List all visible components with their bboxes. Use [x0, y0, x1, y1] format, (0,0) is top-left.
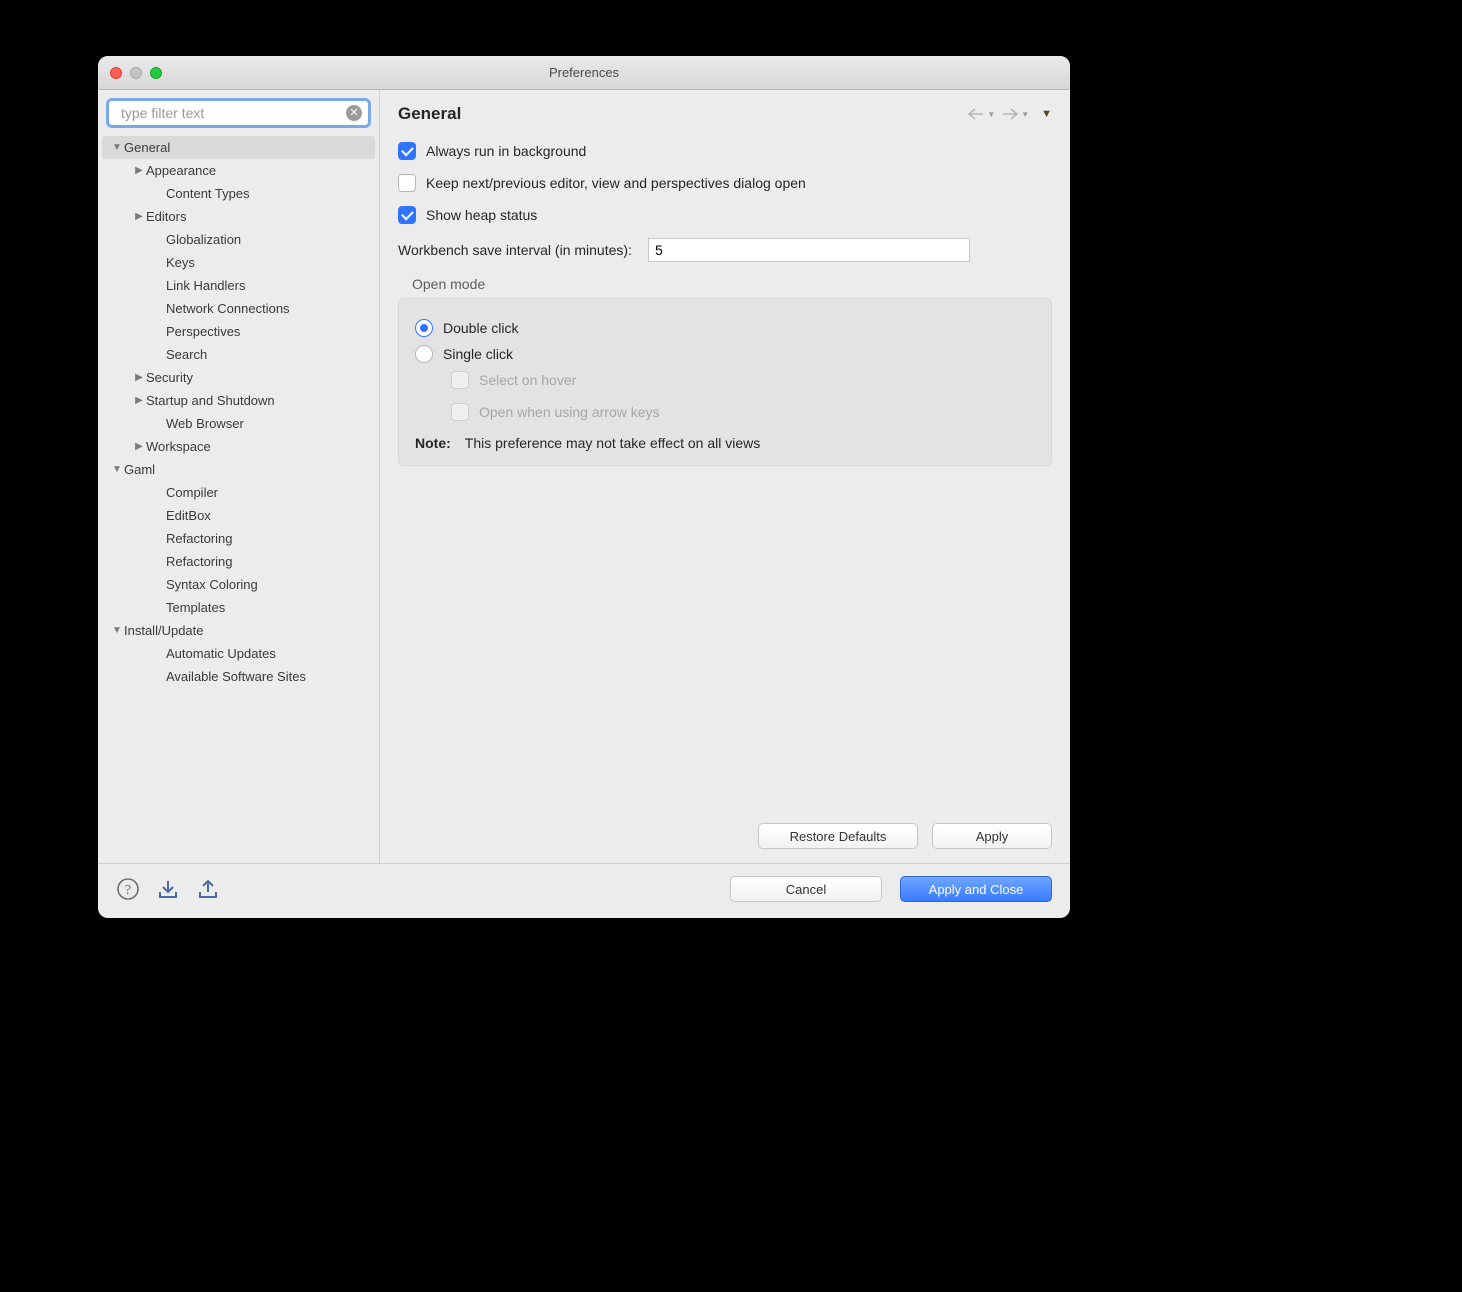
tree-node-security[interactable]: ▶Security	[102, 366, 375, 389]
show-heap-status-label: Show heap status	[426, 207, 537, 223]
nav-forward-button[interactable]: ▼	[1001, 107, 1029, 121]
disclosure-right-icon: ▶	[132, 372, 146, 383]
clear-icon[interactable]: ✕	[346, 105, 362, 121]
tree-node-link-handlers[interactable]: Link Handlers	[102, 274, 375, 297]
disclosure-down-icon: ▼	[110, 142, 124, 153]
page-title: General	[398, 104, 461, 124]
tree-node-workspace[interactable]: ▶Workspace	[102, 435, 375, 458]
tree-node-editors[interactable]: ▶Editors	[102, 205, 375, 228]
double-click-label: Double click	[443, 320, 518, 336]
help-icon[interactable]: ?	[116, 877, 140, 901]
tree-node-content-types[interactable]: Content Types	[102, 182, 375, 205]
export-icon[interactable]	[196, 877, 220, 901]
open-arrow-keys-label: Open when using arrow keys	[479, 404, 660, 420]
apply-button[interactable]: Apply	[932, 823, 1052, 849]
disclosure-right-icon: ▶	[132, 211, 146, 222]
tree-node-refactoring-2[interactable]: Refactoring	[102, 550, 375, 573]
dialog-footer: ? Cancel Apply and Close	[98, 863, 1070, 918]
arrow-right-icon	[1001, 107, 1019, 121]
content-pane: General ▼ ▼ ▼	[380, 90, 1070, 863]
open-mode-legend: Open mode	[412, 276, 1052, 292]
tree-node-templates[interactable]: Templates	[102, 596, 375, 619]
filter-search-input[interactable]	[119, 104, 346, 122]
nav-back-button[interactable]: ▼	[967, 107, 995, 121]
tree-node-startup-shutdown[interactable]: ▶Startup and Shutdown	[102, 389, 375, 412]
preferences-tree[interactable]: ▼General ▶Appearance Content Types ▶Edit…	[98, 134, 379, 863]
tree-node-editbox[interactable]: EditBox	[102, 504, 375, 527]
tree-node-globalization[interactable]: Globalization	[102, 228, 375, 251]
tree-node-refactoring-1[interactable]: Refactoring	[102, 527, 375, 550]
chevron-down-icon: ▼	[1021, 110, 1029, 119]
sidebar: ✕ ▼General ▶Appearance Content Types ▶Ed…	[98, 90, 380, 863]
tree-node-gaml[interactable]: ▼Gaml	[102, 458, 375, 481]
titlebar: Preferences	[98, 56, 1070, 90]
single-click-label: Single click	[443, 346, 513, 362]
svg-text:?: ?	[125, 883, 131, 898]
arrow-left-icon	[967, 107, 985, 121]
tree-node-general[interactable]: ▼General	[102, 136, 375, 159]
keep-dialog-open-label: Keep next/previous editor, view and pers…	[426, 175, 806, 191]
double-click-radio[interactable]	[415, 319, 433, 337]
disclosure-right-icon: ▶	[132, 165, 146, 176]
import-icon[interactable]	[156, 877, 180, 901]
select-on-hover-label: Select on hover	[479, 372, 576, 388]
tree-node-available-sites[interactable]: Available Software Sites	[102, 665, 375, 688]
tree-node-search[interactable]: Search	[102, 343, 375, 366]
disclosure-down-icon: ▼	[110, 625, 124, 636]
menu-icon[interactable]: ▼	[1041, 108, 1052, 120]
always-run-background-checkbox[interactable]	[398, 142, 416, 160]
tree-node-keys[interactable]: Keys	[102, 251, 375, 274]
tree-node-appearance[interactable]: ▶Appearance	[102, 159, 375, 182]
tree-node-automatic-updates[interactable]: Automatic Updates	[102, 642, 375, 665]
disclosure-right-icon: ▶	[132, 395, 146, 406]
disclosure-down-icon: ▼	[110, 464, 124, 475]
window-title: Preferences	[98, 65, 1070, 80]
tree-node-web-browser[interactable]: Web Browser	[102, 412, 375, 435]
save-interval-label: Workbench save interval (in minutes):	[398, 242, 632, 258]
filter-search-field[interactable]: ✕	[106, 98, 371, 128]
open-mode-group: Open mode Double click Single click S	[398, 276, 1052, 466]
note-label: Note:	[415, 435, 451, 451]
cancel-button[interactable]: Cancel	[730, 876, 882, 902]
tree-node-install-update[interactable]: ▼Install/Update	[102, 619, 375, 642]
preferences-window: Preferences ✕ ▼General ▶Appearance Conte…	[98, 56, 1070, 918]
tree-node-compiler[interactable]: Compiler	[102, 481, 375, 504]
show-heap-status-checkbox[interactable]	[398, 206, 416, 224]
open-arrow-keys-checkbox	[451, 403, 469, 421]
tree-node-network-connections[interactable]: Network Connections	[102, 297, 375, 320]
restore-defaults-button[interactable]: Restore Defaults	[758, 823, 918, 849]
tree-node-syntax-coloring[interactable]: Syntax Coloring	[102, 573, 375, 596]
keep-dialog-open-checkbox[interactable]	[398, 174, 416, 192]
single-click-radio[interactable]	[415, 345, 433, 363]
tree-node-perspectives[interactable]: Perspectives	[102, 320, 375, 343]
content-header: General ▼ ▼ ▼	[380, 90, 1070, 136]
always-run-background-label: Always run in background	[426, 143, 586, 159]
chevron-down-icon: ▼	[987, 110, 995, 119]
save-interval-input[interactable]	[648, 238, 970, 262]
select-on-hover-checkbox	[451, 371, 469, 389]
disclosure-right-icon: ▶	[132, 441, 146, 452]
apply-and-close-button[interactable]: Apply and Close	[900, 876, 1052, 902]
note-text: This preference may not take effect on a…	[465, 435, 760, 451]
